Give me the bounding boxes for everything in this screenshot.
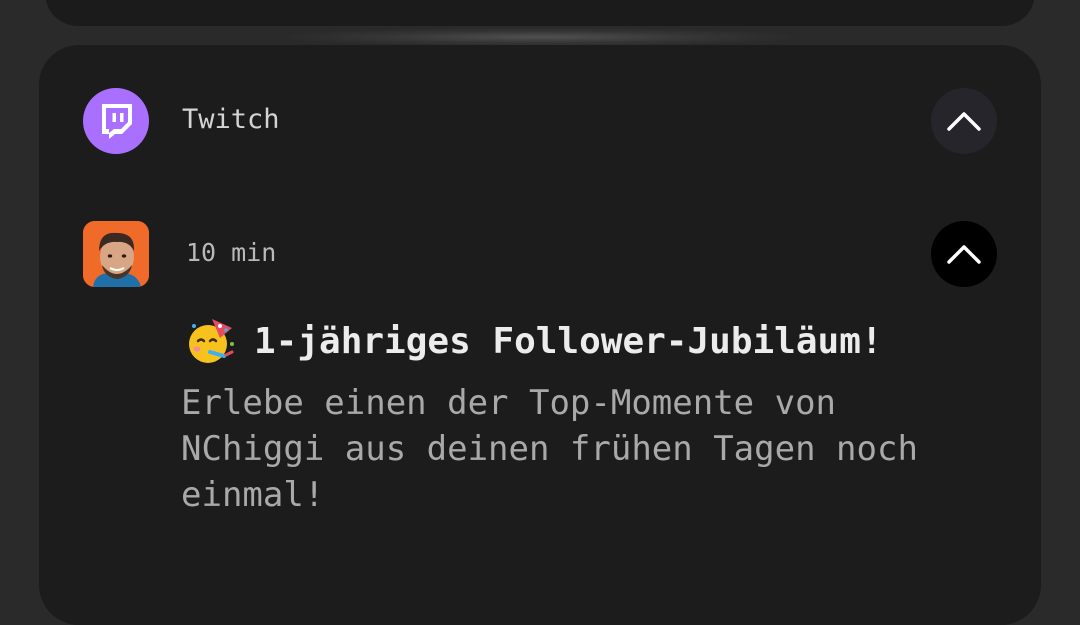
app-name: Twitch (182, 104, 280, 135)
collapse-group-button[interactable] (931, 88, 997, 154)
notification-body: Erlebe einen der Top-Momente von NChiggi… (181, 383, 918, 515)
notification-time: 10 min (186, 238, 277, 267)
twitch-logo-icon (83, 88, 149, 154)
streamer-avatar (83, 221, 149, 287)
collapse-notification-button[interactable] (931, 221, 997, 287)
divider-glow (290, 28, 790, 46)
chevron-up-icon (947, 112, 981, 131)
previous-notification-card[interactable] (45, 0, 1035, 26)
chevron-up-icon (947, 245, 981, 264)
notification-title: 1-jähriges Follower-Jubiläum! (254, 320, 883, 362)
notification-title-row: 1-jähriges Follower-Jubiläum! (186, 316, 883, 366)
party-face-icon (189, 319, 234, 363)
